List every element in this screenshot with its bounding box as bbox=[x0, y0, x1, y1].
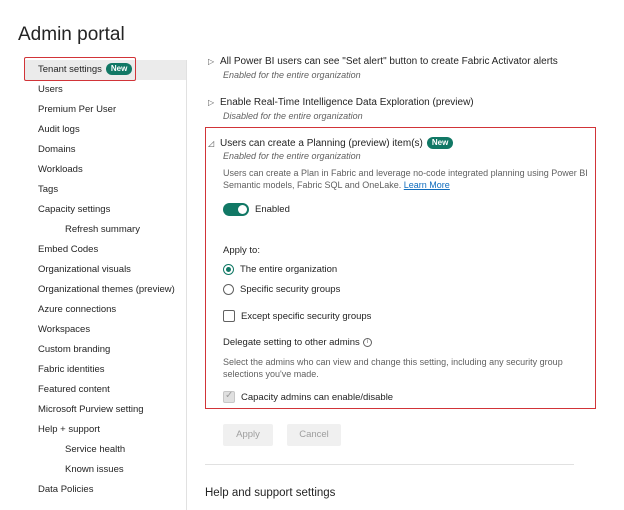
sidebar-item-label: Known issues bbox=[65, 464, 124, 475]
sidebar-item-label: Workspaces bbox=[38, 324, 91, 335]
sidebar-item-embed-codes[interactable]: Embed Codes bbox=[24, 240, 98, 260]
setting-planning-title: Users can create a Planning (preview) it… bbox=[220, 138, 423, 149]
setting-planning-header[interactable]: ◿ Users can create a Planning (preview) i… bbox=[208, 137, 454, 149]
radio-entire-organization[interactable] bbox=[223, 264, 234, 275]
setting-alerts-status: Enabled for the entire organization bbox=[223, 70, 361, 80]
radio-entire-organization-label: The entire organization bbox=[240, 264, 338, 275]
tenant-settings-highlight bbox=[24, 57, 136, 81]
setting-planning-description: Users can create a Plan in Fabric and le… bbox=[223, 167, 593, 191]
sidebar-item-data-policies[interactable]: Data Policies bbox=[24, 480, 93, 500]
sidebar-item-label: Service health bbox=[65, 444, 126, 455]
sidebar-item-label: Premium Per User bbox=[38, 104, 117, 115]
radio-specific-security-groups-label: Specific security groups bbox=[240, 284, 341, 295]
sidebar-item-label: Capacity settings bbox=[38, 204, 111, 215]
page-title: Admin portal bbox=[18, 24, 125, 45]
delegate-setting-description: Select the admins who can view and chang… bbox=[223, 357, 563, 379]
sidebar-nav: Tenant settings New Users Premium Per Use… bbox=[24, 60, 186, 510]
chevron-right-icon: ▷ bbox=[208, 98, 215, 107]
sidebar-item-label: Organizational themes (preview) bbox=[38, 284, 175, 295]
scroll-clip bbox=[190, 50, 624, 56]
setting-alerts-header[interactable]: ▷ All Power BI users can see "Set alert" … bbox=[208, 56, 558, 67]
sidebar-item-premium-per-user[interactable]: Premium Per User bbox=[24, 100, 116, 120]
sidebar-item-label: Azure connections bbox=[38, 304, 117, 315]
sidebar-item-fabric-identities[interactable]: Fabric identities bbox=[24, 360, 105, 380]
sidebar-item-label: Embed Codes bbox=[38, 244, 99, 255]
info-icon[interactable]: i bbox=[362, 338, 372, 347]
setting-alerts-title: All Power BI users can see "Set alert" b… bbox=[220, 56, 558, 67]
sidebar-item-domains[interactable]: Domains bbox=[24, 140, 76, 160]
sidebar-item-known-issues[interactable]: Known issues bbox=[51, 460, 124, 480]
sidebar-item-tags[interactable]: Tags bbox=[24, 180, 58, 200]
sidebar-item-label: Featured content bbox=[38, 384, 110, 395]
enabled-toggle[interactable] bbox=[223, 203, 249, 216]
setting-rti-title: Enable Real-Time Intelligence Data Explo… bbox=[220, 97, 474, 108]
apply-to-label: Apply to: bbox=[223, 245, 260, 256]
capacity-admins-label: Capacity admins can enable/disable bbox=[241, 392, 394, 403]
sidebar-item-label: Workloads bbox=[38, 164, 83, 175]
sidebar-divider bbox=[186, 60, 187, 510]
sidebar-item-custom-branding[interactable]: Custom branding bbox=[24, 340, 110, 360]
apply-button[interactable]: Apply bbox=[223, 424, 273, 446]
sidebar-item-microsoft-purview-setting[interactable]: Microsoft Purview setting bbox=[24, 400, 144, 420]
new-badge: New bbox=[426, 137, 454, 149]
sidebar-item-capacity-settings[interactable]: Capacity settings bbox=[24, 200, 110, 220]
sidebar-item-label: Custom branding bbox=[38, 344, 111, 355]
sidebar-item-featured-content[interactable]: Featured content bbox=[24, 380, 110, 400]
sidebar-item-label: Data Policies bbox=[38, 484, 94, 495]
delegate-title-text: Delegate setting to other admins bbox=[223, 337, 360, 348]
capacity-admins-checkbox[interactable] bbox=[223, 390, 235, 403]
learn-more-link[interactable]: Learn More bbox=[404, 180, 450, 190]
sidebar-item-label: Organizational visuals bbox=[38, 264, 131, 275]
sidebar-item-label: Domains bbox=[38, 144, 76, 155]
sidebar-item-organizational-themes[interactable]: Organizational themes (preview) bbox=[24, 280, 175, 300]
sidebar-item-audit-logs[interactable]: Audit logs bbox=[24, 120, 80, 140]
delegate-setting-title: Delegate setting to other admins i bbox=[223, 337, 372, 348]
sidebar-item-service-health[interactable]: Service health bbox=[51, 440, 125, 460]
chevron-right-icon: ▷ bbox=[208, 57, 215, 66]
except-groups-label: Except specific security groups bbox=[241, 311, 372, 322]
sidebar-item-label: Audit logs bbox=[38, 124, 80, 135]
sidebar-item-label: Help + support bbox=[38, 424, 101, 435]
radio-specific-security-groups[interactable] bbox=[223, 284, 234, 295]
sidebar-item-help-support[interactable]: Help + support bbox=[24, 420, 100, 440]
sidebar-item-label: Microsoft Purview setting bbox=[38, 404, 144, 415]
sidebar-item-users[interactable]: Users bbox=[24, 80, 63, 100]
sidebar-item-label: Refresh summary bbox=[65, 224, 140, 235]
sidebar-item-label: Tags bbox=[38, 184, 59, 195]
sidebar-item-refresh-summary[interactable]: Refresh summary bbox=[51, 220, 140, 240]
cancel-button[interactable]: Cancel bbox=[287, 424, 341, 446]
sidebar-item-label: Fabric identities bbox=[38, 364, 105, 375]
setting-planning-status: Enabled for the entire organization bbox=[223, 151, 361, 161]
setting-rti-status: Disabled for the entire organization bbox=[223, 111, 363, 121]
chevron-down-icon: ◿ bbox=[208, 139, 215, 148]
sidebar-item-label: Users bbox=[38, 84, 63, 95]
toggle-knob bbox=[238, 205, 247, 214]
help-support-settings-title: Help and support settings bbox=[205, 487, 336, 499]
toggle-label: Enabled bbox=[255, 204, 290, 215]
sidebar-item-workspaces[interactable]: Workspaces bbox=[24, 320, 90, 340]
sidebar-item-azure-connections[interactable]: Azure connections bbox=[24, 300, 116, 320]
sidebar-item-workloads[interactable]: Workloads bbox=[24, 160, 83, 180]
setting-rti-header[interactable]: ▷ Enable Real-Time Intelligence Data Expl… bbox=[208, 97, 474, 108]
except-groups-checkbox[interactable] bbox=[223, 310, 235, 322]
section-divider bbox=[205, 464, 574, 465]
sidebar-item-organizational-visuals[interactable]: Organizational visuals bbox=[24, 260, 131, 280]
